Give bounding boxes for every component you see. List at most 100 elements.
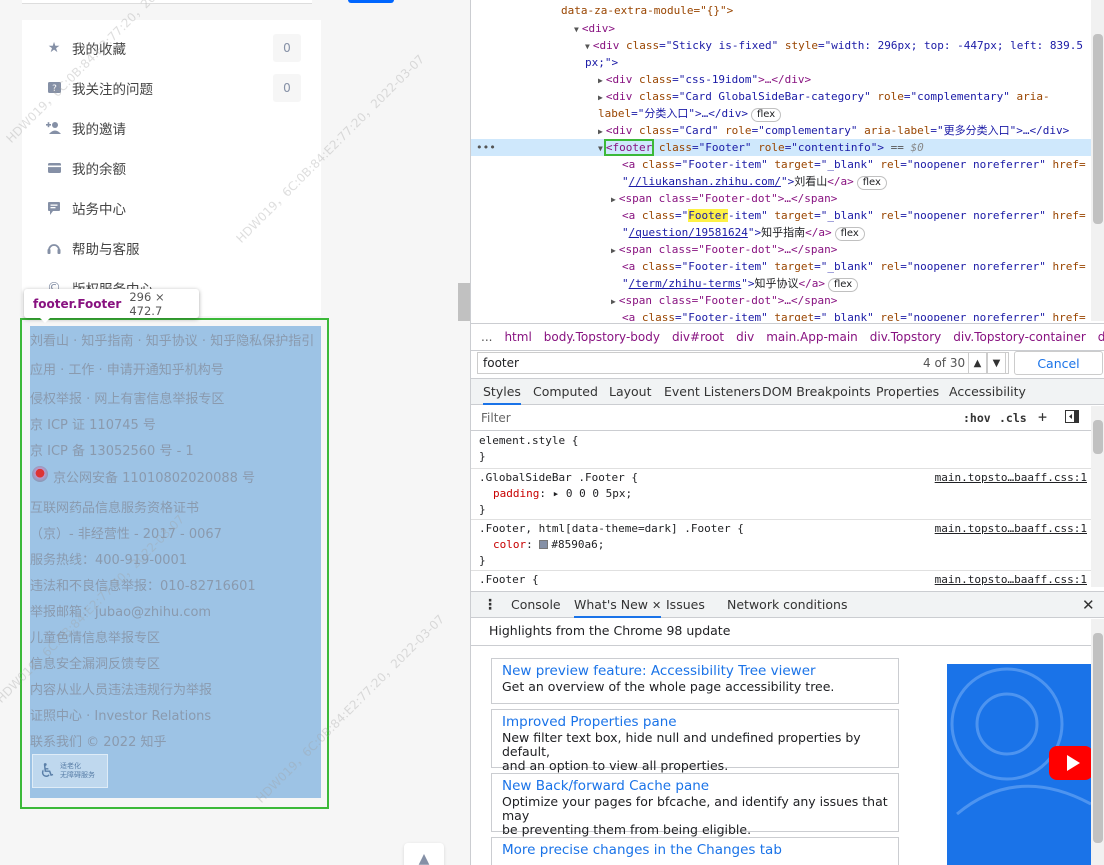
dom-line[interactable]: ▼ <div> bbox=[471, 20, 1091, 37]
stylesheet-link[interactable]: main.topsto…baaff.css:1 bbox=[935, 572, 1087, 587]
css-rule-globalsidebar-footer[interactable]: .GlobalSideBar .Footer { main.topsto…baa… bbox=[471, 470, 1091, 520]
flex-badge[interactable]: flex bbox=[750, 108, 782, 122]
tab-computed[interactable]: Computed bbox=[533, 379, 598, 405]
card-title[interactable]: More precise changes in the Changes tab bbox=[502, 842, 888, 859]
footer-line[interactable]: 联系我们 © 2022 知乎 bbox=[30, 731, 166, 750]
css-rule-footer[interactable]: .Footer { main.topsto…baaff.css:1 bbox=[471, 572, 1091, 587]
video-thumbnail[interactable] bbox=[947, 664, 1091, 865]
hover-state-toggle[interactable]: :hov bbox=[963, 411, 991, 425]
dom-line[interactable]: <a class="Footer-item" target="_blank" r… bbox=[471, 207, 1091, 224]
dom-line[interactable]: ▶ <span class="Footer-dot">…</span> bbox=[471, 241, 1091, 258]
toggle-sidebar-icon[interactable] bbox=[1065, 410, 1079, 426]
menu-item-followed-questions[interactable]: ? 我关注的问题 0 bbox=[22, 68, 321, 108]
whats-new-card[interactable]: New preview feature: Accessibility Tree … bbox=[491, 658, 899, 704]
close-drawer-icon[interactable]: ✕ bbox=[1082, 592, 1095, 618]
card-title[interactable]: New preview feature: Accessibility Tree … bbox=[502, 663, 888, 680]
menu-item-site-center[interactable]: 站务中心 bbox=[22, 188, 321, 228]
tab-styles[interactable]: Styles bbox=[483, 379, 521, 405]
whats-new-card[interactable]: Improved Properties pane New filter text… bbox=[491, 709, 899, 773]
css-rule-footer-color[interactable]: .Footer, html[data-theme=dark] .Footer {… bbox=[471, 521, 1091, 571]
whats-new-card[interactable]: New Back/forward Cache pane Optimize you… bbox=[491, 773, 899, 837]
flex-badge[interactable]: flex bbox=[827, 278, 859, 292]
tab-layout[interactable]: Layout bbox=[609, 379, 652, 405]
dom-breadcrumb: ... html body.Topstory-body div#root div… bbox=[471, 323, 1104, 349]
breadcrumb-item[interactable]: body.Topstory-body bbox=[544, 330, 660, 344]
stylesheet-link[interactable]: main.topsto…baaff.css:1 bbox=[935, 521, 1087, 537]
menu-item-balance[interactable]: 我的余额 bbox=[22, 148, 321, 188]
footer-line[interactable]: 京公网安备 11010802020088 号 bbox=[53, 467, 255, 486]
dom-line[interactable]: <a class="Footer-item" target="_blank" r… bbox=[471, 309, 1091, 321]
menu-item-invitations[interactable]: 我的邀请 bbox=[22, 108, 321, 148]
dom-line[interactable]: data-za-extra-module="{}"> bbox=[471, 2, 1091, 19]
drawer-menu-icon[interactable]: ⋮ bbox=[483, 592, 497, 618]
menu-item-favorites[interactable]: ★ 我的收藏 0 bbox=[22, 28, 321, 68]
footer-line[interactable]: 证照中心 · Investor Relations bbox=[30, 705, 211, 724]
card-title[interactable]: Improved Properties pane bbox=[502, 714, 888, 731]
tab-accessibility[interactable]: Accessibility bbox=[949, 379, 1026, 405]
footer-line[interactable]: 举报邮箱：jubao@zhihu.com bbox=[30, 601, 211, 620]
accessibility-service-badge[interactable]: ♿ 适老化 无障碍服务 bbox=[32, 754, 108, 788]
tab-network-conditions[interactable]: Network conditions bbox=[727, 592, 847, 618]
footer-line[interactable]: 侵权举报 · 网上有害信息举报专区 bbox=[30, 388, 224, 407]
footer-line[interactable]: 京 ICP 备 13052560 号 - 1 bbox=[30, 440, 194, 459]
menu-item-help[interactable]: 帮助与客服 bbox=[22, 228, 321, 268]
dom-line[interactable]: ▶ <span class="Footer-dot">…</span> bbox=[471, 292, 1091, 309]
breadcrumb-item[interactable]: div bbox=[1098, 330, 1104, 344]
dom-line[interactable]: ▼ <div class="Sticky is-fixed" style="wid… bbox=[471, 37, 1091, 54]
breadcrumb-item[interactable]: div.Topstory bbox=[870, 330, 942, 344]
dom-line-selected-footer[interactable]: ••• ▼ <footer class="Footer" role="conten… bbox=[471, 139, 1091, 156]
breadcrumb-item[interactable]: html bbox=[504, 330, 531, 344]
back-to-top-button[interactable]: ▲ bbox=[404, 843, 444, 865]
scrollbar-thumb[interactable] bbox=[1093, 633, 1103, 843]
whats-new-card[interactable]: More precise changes in the Changes tab bbox=[491, 837, 899, 865]
breadcrumb-item[interactable]: div bbox=[736, 330, 754, 344]
dom-line[interactable]: ▶ <span class="Footer-dot">…</span> bbox=[471, 190, 1091, 207]
footer-line[interactable]: 刘看山 · 知乎指南 · 知乎协议 · 知乎隐私保护指引 bbox=[30, 330, 314, 349]
breadcrumb-item[interactable]: div.Topstory-container bbox=[953, 330, 1086, 344]
styles-filter-input[interactable]: Filter bbox=[477, 409, 947, 428]
page-scrollbar-thumb[interactable] bbox=[458, 283, 470, 321]
flex-badge[interactable]: flex bbox=[856, 176, 887, 190]
close-tab-icon[interactable]: ✕ bbox=[652, 599, 661, 612]
href-link[interactable]: //liukanshan.zhihu.com/ bbox=[629, 175, 781, 188]
dom-line[interactable]: <a class="Footer-item" target="_blank" r… bbox=[471, 258, 1091, 275]
footer-line[interactable]: 内容从业人员违法违规行为举报 bbox=[30, 679, 212, 698]
css-rule-element-style[interactable]: element.style { } bbox=[471, 433, 1091, 469]
flex-badge[interactable]: flex bbox=[834, 227, 865, 241]
find-cancel-button[interactable]: Cancel bbox=[1014, 351, 1103, 375]
tab-issues[interactable]: Issues bbox=[666, 592, 705, 618]
scrollbar-thumb[interactable] bbox=[1093, 34, 1103, 224]
elements-scrollbar[interactable] bbox=[1091, 0, 1104, 321]
tab-dom-breakpoints[interactable]: DOM Breakpoints bbox=[762, 379, 871, 405]
dom-line[interactable]: <a class="Footer-item" target="_blank" r… bbox=[471, 156, 1091, 173]
more-options-icon[interactable]: ••• bbox=[476, 139, 496, 156]
color-swatch[interactable] bbox=[539, 540, 549, 549]
breadcrumb-item[interactable]: main.App-main bbox=[766, 330, 858, 344]
footer-line[interactable]: 互联网药品信息服务资格证书 bbox=[30, 497, 199, 516]
footer-line[interactable]: 信息安全漏洞反馈专区 bbox=[30, 653, 160, 672]
footer-line[interactable]: 应用 · 工作 · 申请开通知乎机构号 bbox=[30, 359, 224, 378]
tab-event-listeners[interactable]: Event Listeners bbox=[664, 379, 761, 405]
breadcrumb-item[interactable]: ... bbox=[481, 330, 492, 344]
tab-console[interactable]: Console bbox=[511, 592, 561, 618]
find-prev-button[interactable]: ▲ bbox=[968, 352, 987, 374]
find-next-button[interactable]: ▼ bbox=[987, 352, 1006, 374]
href-link[interactable]: /question/19581624 bbox=[629, 226, 748, 239]
scrollbar-thumb[interactable] bbox=[1093, 420, 1103, 454]
top-button-edge[interactable] bbox=[348, 0, 394, 3]
footer-line[interactable]: 京 ICP 证 110745 号 bbox=[30, 414, 156, 433]
stylesheet-link[interactable]: main.topsto…baaff.css:1 bbox=[935, 470, 1087, 486]
card-title[interactable]: New Back/forward Cache pane bbox=[502, 778, 888, 795]
dom-line[interactable]: ▶ <div class="Card GlobalSideBar-category… bbox=[471, 88, 1091, 105]
footer-line[interactable]: 儿童色情信息举报专区 bbox=[30, 627, 160, 646]
dom-line[interactable]: ▶ <div class="css-19idom">…</div> bbox=[471, 71, 1091, 88]
tab-whats-new[interactable]: What's New ✕ bbox=[574, 592, 662, 618]
styles-scrollbar[interactable] bbox=[1091, 406, 1104, 587]
new-rule-button[interactable]: + bbox=[1038, 408, 1047, 426]
whats-new-scrollbar[interactable] bbox=[1091, 619, 1104, 865]
href-link[interactable]: /term/zhihu-terms bbox=[629, 277, 742, 290]
tab-properties[interactable]: Properties bbox=[876, 379, 939, 405]
dom-line[interactable]: ▶ <div class="Card" role="complementary" … bbox=[471, 122, 1091, 139]
breadcrumb-item[interactable]: div#root bbox=[672, 330, 724, 344]
class-toggle[interactable]: .cls bbox=[999, 411, 1027, 425]
